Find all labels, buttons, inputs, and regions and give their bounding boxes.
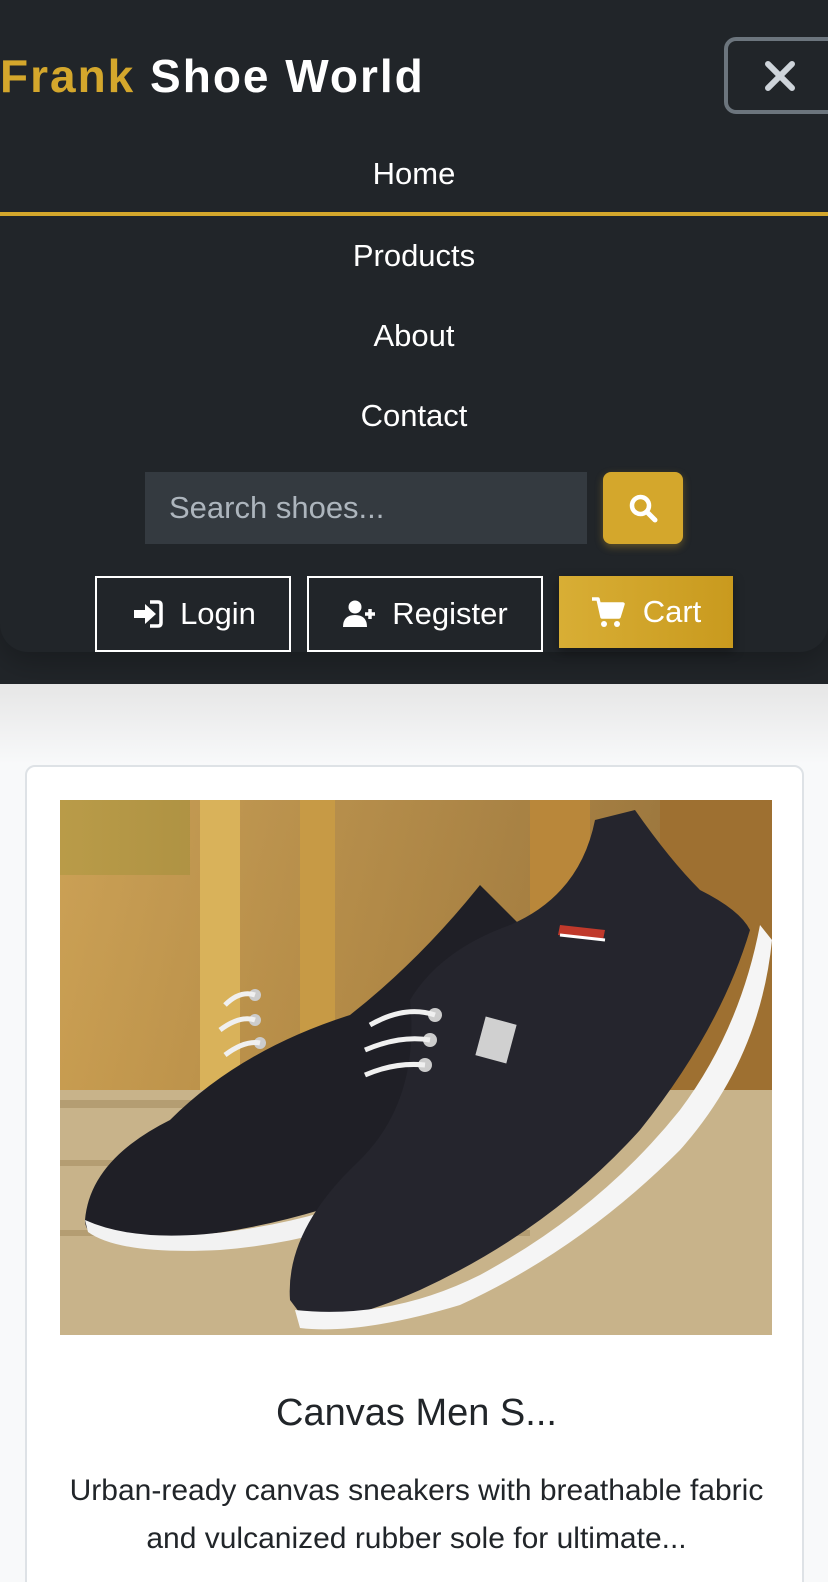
product-title[interactable]: Canvas Men S...	[27, 1392, 806, 1435]
nav-item-home[interactable]: Home	[0, 136, 828, 216]
close-menu-button[interactable]	[724, 37, 828, 114]
product-image[interactable]	[60, 800, 772, 1335]
product-card[interactable]: Canvas Men S... Urban-ready canvas sneak…	[25, 765, 804, 1582]
login-label: Login	[180, 596, 256, 631]
cart-button[interactable]: Cart	[559, 576, 733, 648]
nav-item-contact[interactable]: Contact	[0, 376, 828, 456]
search-button[interactable]	[603, 472, 683, 544]
search-icon	[629, 494, 658, 523]
nav-item-about[interactable]: About	[0, 296, 828, 376]
login-button[interactable]: Login	[95, 576, 291, 652]
nav-links: Home Products About Contact	[0, 136, 828, 456]
register-button[interactable]: Register	[307, 576, 543, 652]
sign-in-icon	[134, 600, 163, 628]
product-description: Urban-ready canvas sneakers with breatha…	[69, 1474, 764, 1555]
navbar: Frank Shoe World Home Products About Con…	[0, 0, 828, 684]
register-label: Register	[392, 596, 508, 631]
cart-icon	[591, 597, 625, 627]
page-background	[0, 684, 828, 764]
brand-rest: Shoe World	[150, 50, 425, 102]
close-icon	[765, 60, 795, 91]
brand-first-word: Frank	[0, 50, 136, 102]
brand-logo[interactable]: Frank Shoe World	[0, 46, 425, 106]
nav-item-products[interactable]: Products	[0, 216, 828, 296]
product-photo	[60, 800, 772, 1335]
search-placeholder: Search shoes...	[169, 490, 385, 525]
search-input[interactable]: Search shoes...	[145, 472, 587, 544]
user-plus-icon	[343, 600, 376, 627]
cart-label: Cart	[642, 594, 702, 629]
